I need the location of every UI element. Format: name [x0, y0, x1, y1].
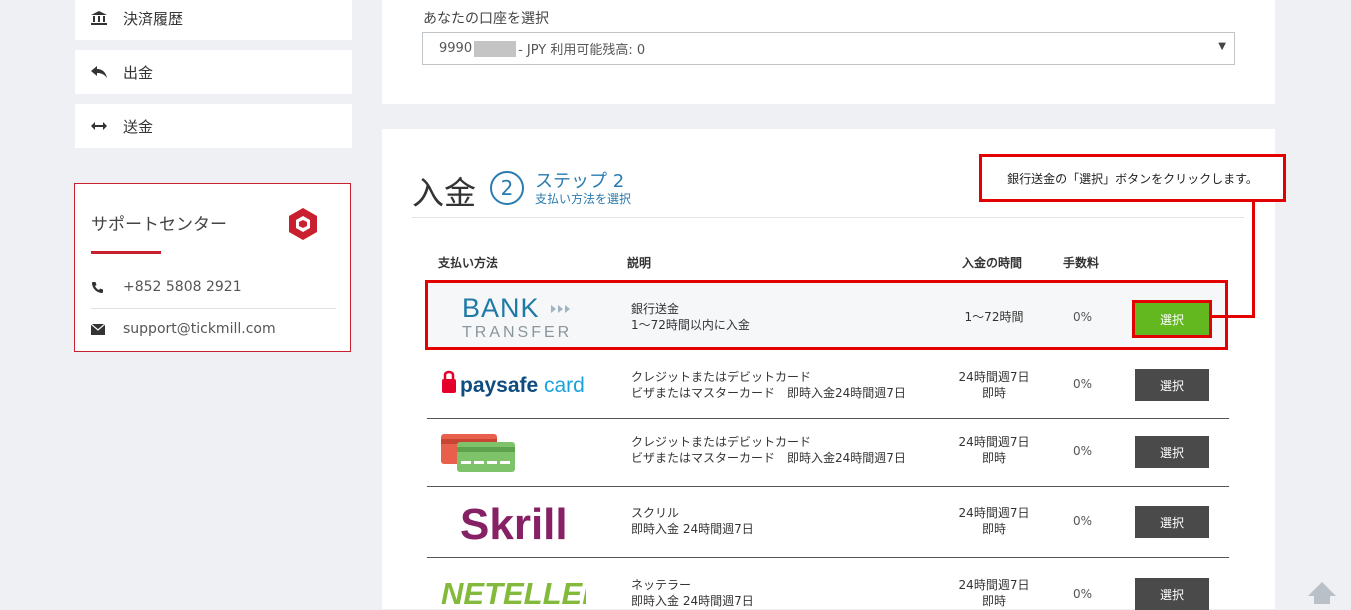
step-subtitle: 支払い方法を選択	[535, 192, 632, 206]
time-line: 即時	[981, 594, 1006, 608]
select-neteller-button[interactable]: 選択	[1135, 578, 1209, 610]
fee-value: 0%	[1073, 310, 1093, 324]
description-line: 即時入金 24時間週7日	[631, 594, 754, 608]
row-divider	[427, 418, 1229, 419]
deposit-time: 24時間週7日 即時	[944, 369, 1044, 401]
account-number-prefix: 9990	[439, 41, 473, 56]
svg-text:card: card	[544, 374, 585, 397]
description-line: ネッテラー	[631, 578, 692, 592]
sidebar-item-label: 決済履歴	[123, 9, 184, 28]
column-header-method: 支払い方法	[438, 256, 499, 270]
account-balance-text: - JPY 利用可能残高: 0	[518, 43, 646, 58]
select-paysafecard-button[interactable]: 選択	[1135, 369, 1209, 401]
credit-cards-icon	[441, 434, 517, 476]
select-skrill-button[interactable]: 選択	[1135, 506, 1209, 538]
neteller-logo: NETELLER	[441, 574, 605, 610]
page-title: 入金	[412, 174, 477, 212]
time-line: 即時	[981, 451, 1006, 465]
column-header-time: 入金の時間	[962, 256, 1023, 270]
column-header-fee: 手数料	[1063, 256, 1100, 270]
svg-text:paysafe: paysafe	[460, 374, 538, 397]
description-line: クレジットまたはデビットカード	[631, 435, 812, 449]
account-select[interactable]: 9990 - JPY 利用可能残高: 0 ▼	[422, 32, 1235, 65]
account-select-label: あなたの口座を選択	[423, 11, 549, 27]
skrill-logo: Skrill	[460, 499, 578, 549]
sidebar-item-label: 出金	[123, 63, 154, 82]
svg-text:Skrill: Skrill	[460, 500, 568, 545]
deposit-time: 1〜72時間	[964, 310, 1024, 324]
time-line: 24時間週7日	[958, 578, 1030, 592]
support-center-panel: サポートセンター +852 5808 2921 support@tickmill…	[74, 183, 351, 352]
select-credit-card-button[interactable]: 選択	[1135, 436, 1209, 468]
support-email-row: support@tickmill.com	[91, 309, 336, 349]
row-divider	[427, 557, 1229, 558]
deposit-time: 24時間週7日 即時	[944, 434, 1044, 466]
left-right-arrow-icon	[75, 121, 123, 131]
description-line: ビザまたはマスターカード 即時入金24時間週7日	[631, 386, 906, 400]
chevron-down-icon: ▼	[1218, 41, 1226, 52]
column-header-description: 説明	[627, 256, 652, 270]
bank-transfer-logo: BANK TRANSFER	[461, 293, 576, 345]
method-description: クレジットまたはデビットカード ビザまたはマスターカード 即時入金24時間週7日	[631, 434, 906, 466]
svg-text:TRANSFER: TRANSFER	[462, 324, 572, 341]
step-number-badge: 2	[490, 171, 524, 205]
method-description: 銀行送金 1〜72時間以内に入金	[631, 301, 750, 333]
instruction-callout: 銀行送金の「選択」ボタンをクリックします。	[979, 154, 1286, 202]
fee-value: 0%	[1073, 444, 1093, 458]
row-divider	[427, 486, 1229, 487]
time-line: 即時	[981, 522, 1006, 536]
callout-connector	[1212, 315, 1255, 318]
description-line: 銀行送金	[631, 302, 680, 316]
deposit-time: 24時間週7日 即時	[944, 505, 1044, 537]
time-line: 24時間週7日	[958, 506, 1030, 520]
reply-arrow-icon	[75, 65, 123, 79]
sidebar-item-label: 送金	[123, 117, 154, 136]
fee-value: 0%	[1073, 377, 1093, 391]
callout-connector	[1252, 202, 1255, 318]
description-line: クレジットまたはデビットカード	[631, 370, 812, 384]
sidebar-item-withdraw[interactable]: 出金	[75, 50, 352, 94]
sidebar-item-payment-history[interactable]: 決済履歴	[75, 0, 352, 40]
brand-logo-icon	[285, 206, 321, 246]
support-email[interactable]: support@tickmill.com	[123, 321, 276, 337]
support-phone-row: +852 5808 2921	[91, 267, 336, 307]
bank-icon	[75, 10, 123, 26]
sidebar-item-transfer[interactable]: 送金	[75, 104, 352, 148]
fee-value: 0%	[1073, 514, 1093, 528]
method-description: スクリル 即時入金 24時間週7日	[631, 505, 754, 537]
description-line: 1〜72時間以内に入金	[631, 318, 750, 332]
time-line: 24時間週7日	[958, 435, 1030, 449]
svg-text:NETELLER: NETELLER	[441, 576, 586, 604]
button-highlight	[1132, 300, 1212, 338]
description-line: ビザまたはマスターカード 即時入金24時間週7日	[631, 451, 906, 465]
method-description: クレジットまたはデビットカード ビザまたはマスターカード 即時入金24時間週7日	[631, 369, 906, 401]
method-description: ネッテラー 即時入金 24時間週7日	[631, 577, 754, 609]
paysafecard-logo: paysafe card	[441, 369, 596, 405]
time-line: 即時	[981, 386, 1006, 400]
support-title: サポートセンター	[91, 215, 227, 235]
phone-icon	[91, 281, 123, 294]
fee-value: 0%	[1073, 587, 1093, 601]
envelope-icon	[91, 323, 123, 335]
title-underline	[91, 251, 161, 254]
masked-account-number	[474, 40, 517, 57]
description-line: スクリル	[631, 506, 680, 520]
deposit-time: 24時間週7日 即時	[944, 577, 1044, 609]
svg-text:BANK: BANK	[462, 293, 540, 323]
description-line: 即時入金 24時間週7日	[631, 522, 754, 536]
divider	[412, 217, 1244, 218]
time-line: 24時間週7日	[958, 370, 1030, 384]
support-phone[interactable]: +852 5808 2921	[123, 279, 242, 295]
